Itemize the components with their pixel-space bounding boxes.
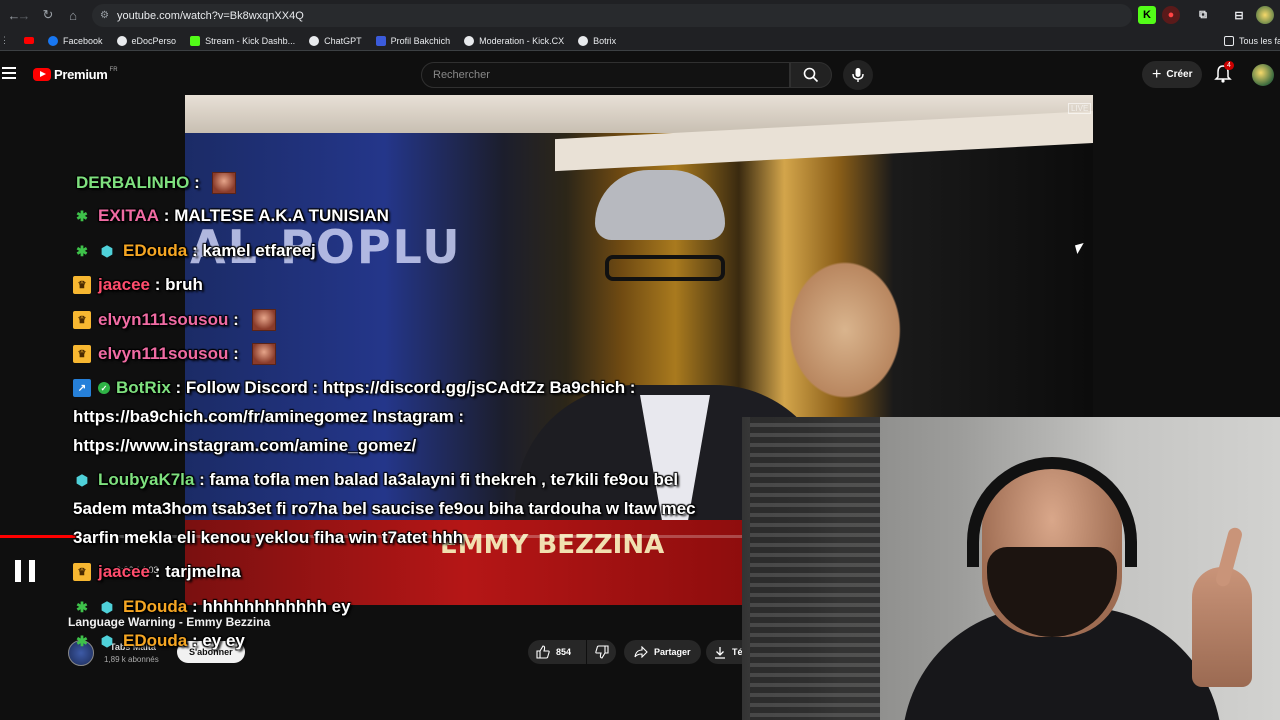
account-avatar[interactable] xyxy=(1252,64,1274,86)
video-title: Language Warning - Emmy Bezzina xyxy=(68,615,271,629)
download-icon xyxy=(715,646,725,659)
thumbs-down-icon xyxy=(594,645,609,659)
apps-icon[interactable]: ⋮ xyxy=(0,35,10,46)
home-icon[interactable]: ⌂ xyxy=(61,3,85,27)
kick-extension-icon[interactable]: K xyxy=(1138,6,1156,24)
search-button[interactable] xyxy=(790,62,832,88)
bookmarks-bar: ⋮ Facebook eDocPerso Stream - Kick Dashb… xyxy=(0,31,1280,51)
crown-badge-icon: ♛ xyxy=(73,311,91,329)
url-text: youtube.com/watch?v=Bk8wxqnXX4Q xyxy=(116,9,304,22)
weed-badge-icon: ✱ xyxy=(76,242,88,259)
presenter-hair xyxy=(595,170,725,240)
subscriber-count: 1,89 k abonnés xyxy=(104,655,159,664)
chat-username: EDouda xyxy=(123,241,188,260)
menu-icon[interactable] xyxy=(2,67,16,79)
bot-badge-icon: ↗ xyxy=(73,379,91,397)
show-lower-banner: EMMY BEZZINA xyxy=(185,520,745,605)
download-button[interactable]: Télécharger xyxy=(706,640,742,664)
chat-username: BotRix xyxy=(116,378,171,397)
search-box xyxy=(421,62,790,88)
search-input[interactable] xyxy=(422,63,789,87)
share-button[interactable]: Partager xyxy=(624,640,701,664)
facebook-icon xyxy=(48,35,58,46)
bookmark-chatgpt[interactable]: ChatGPT xyxy=(309,35,362,46)
subscribe-button[interactable]: S'abonner xyxy=(177,641,245,663)
crown-badge-icon: ♛ xyxy=(73,563,91,581)
youtube-play-icon xyxy=(33,68,51,81)
chat-username: jaacee xyxy=(98,275,150,294)
all-bookmarks[interactable]: Tous les fav xyxy=(1224,35,1280,46)
weed-badge-icon: ✱ xyxy=(76,207,88,224)
chat-message: ♛ jaacee : bruh xyxy=(73,275,203,295)
channel-avatar[interactable] xyxy=(68,640,94,666)
chat-username: EXITAA xyxy=(98,206,160,225)
address-bar[interactable]: ⚙ youtube.com/watch?v=Bk8wxqnXX4Q xyxy=(92,4,1132,27)
headset xyxy=(967,457,1137,567)
globe-icon xyxy=(116,35,127,46)
microphone-icon xyxy=(852,68,864,82)
youtube-masthead: Premium FR + Créer 4 xyxy=(0,55,1280,95)
chat-username: DERBALINHO xyxy=(76,173,190,192)
plus-icon: + xyxy=(1152,65,1162,83)
share-icon xyxy=(634,646,648,658)
bookmark-moderation[interactable]: Moderation - Kick.CX xyxy=(464,35,564,46)
webcam-overlay xyxy=(742,417,1280,720)
chat-separator: : xyxy=(159,206,175,225)
profile-icon[interactable] xyxy=(1256,6,1274,24)
like-button[interactable]: 854 xyxy=(528,640,586,664)
live-watermark: LIVE xyxy=(1068,103,1092,114)
record-extension-icon[interactable]: ● xyxy=(1162,6,1180,24)
kick-icon xyxy=(190,35,201,46)
crown-badge-icon: ♛ xyxy=(73,345,91,363)
bakchich-icon xyxy=(375,35,386,46)
notification-count-badge: 4 xyxy=(1224,61,1234,70)
pause-button[interactable] xyxy=(15,560,35,582)
search-icon xyxy=(803,67,819,83)
time-display: 0:26 / 4:03 xyxy=(116,565,159,575)
channel-name[interactable]: Tabs Malta xyxy=(110,642,156,652)
bookmark-edocperso[interactable]: eDocPerso xyxy=(116,35,176,46)
gift-badge-icon: ⬢ xyxy=(100,242,114,259)
globe-icon xyxy=(464,35,475,46)
thumbs-up-icon xyxy=(536,645,550,659)
crown-badge-icon: ♛ xyxy=(73,276,91,294)
bookmark-profil-bakchich[interactable]: Profil Bakchich xyxy=(375,35,450,46)
studio-backdrop-text: AL-POPLU xyxy=(190,220,462,274)
botrix-icon xyxy=(578,35,589,46)
tab-search-icon[interactable]: ⊟ xyxy=(1230,6,1248,24)
chat-username: EDouda xyxy=(123,597,188,616)
dislike-button[interactable] xyxy=(587,640,616,664)
forward-icon[interactable]: → xyxy=(12,3,36,27)
create-button[interactable]: + Créer xyxy=(1142,61,1203,88)
chat-separator: : xyxy=(150,275,166,294)
gift-badge-icon: ⬢ xyxy=(75,471,89,488)
bookmark-facebook[interactable]: Facebook xyxy=(48,35,103,46)
window-blinds xyxy=(750,417,880,720)
extensions-icon[interactable]: ⧉ xyxy=(1194,6,1212,24)
video-progress-fill xyxy=(0,535,82,538)
presenter-glasses xyxy=(605,255,725,281)
site-info-icon[interactable]: ⚙ xyxy=(100,10,109,21)
bookmark-kick-dashboard[interactable]: Stream - Kick Dashb... xyxy=(190,35,295,46)
video-progress-bar[interactable] xyxy=(0,535,742,538)
chat-separator: : xyxy=(170,378,186,397)
youtube-bookmark-icon[interactable] xyxy=(24,37,34,44)
chatgpt-icon xyxy=(309,35,320,46)
bookmark-botrix[interactable]: Botrix xyxy=(578,35,616,46)
gift-badge-icon: ⬢ xyxy=(100,598,114,615)
chat-username: LoubyaK7la xyxy=(98,470,195,489)
voice-search-button[interactable] xyxy=(843,60,873,90)
check-badge-icon: ✓ xyxy=(98,382,110,394)
weed-badge-icon: ✱ xyxy=(76,598,88,615)
reload-icon[interactable]: ↻ xyxy=(36,3,60,27)
folder-icon xyxy=(1224,35,1234,46)
browser-toolbar: ← → ↻ ⌂ ⚙ youtube.com/watch?v=Bk8wxqnXX4… xyxy=(0,0,1280,31)
youtube-premium-logo[interactable]: Premium FR xyxy=(33,67,118,82)
